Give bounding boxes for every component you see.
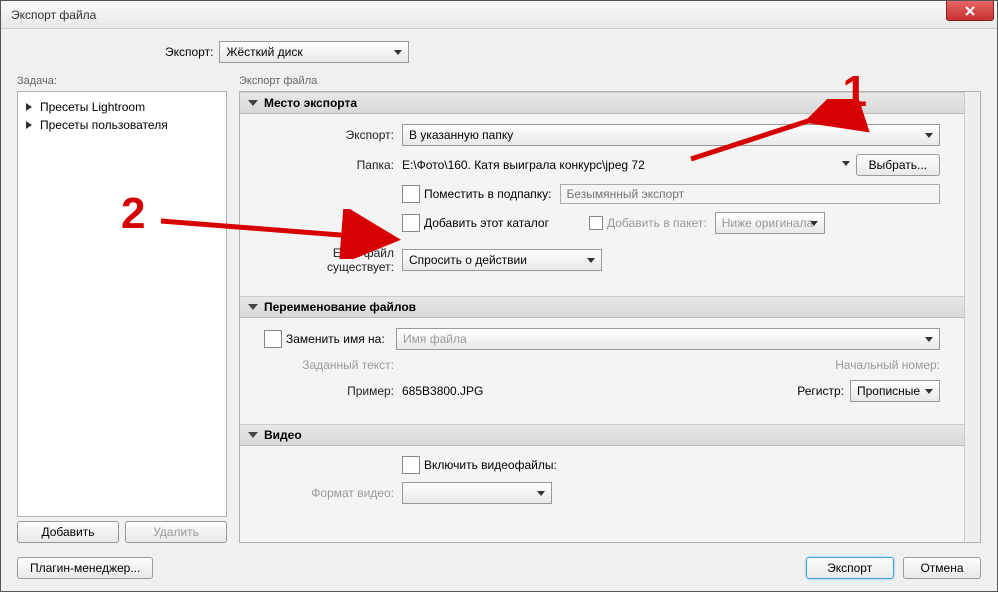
chevron-down-icon [537, 491, 545, 500]
chevron-down-icon [394, 50, 402, 59]
panel-header-location[interactable]: Место экспорта [240, 92, 964, 114]
chevron-down-icon [587, 258, 595, 267]
close-button[interactable] [946, 1, 994, 21]
preset-user[interactable]: Пресеты пользователя [22, 116, 222, 134]
chevron-down-icon [925, 389, 933, 398]
add-catalog-checkbox[interactable] [402, 214, 420, 232]
add-packet-label: Добавить в пакет: [607, 216, 707, 230]
folder-path: E:\Фото\160. Катя выиграла конкурс\jpeg … [402, 158, 836, 172]
rename-label: Заменить имя на: [286, 332, 396, 346]
choose-folder-button[interactable]: Выбрать... [856, 154, 940, 176]
export-to-value: В указанную папку [409, 128, 513, 142]
subfolder-label: Поместить в подпапку: [424, 187, 552, 201]
video-format-label: Формат видео: [264, 486, 394, 500]
preset-label: Пресеты пользователя [40, 118, 168, 132]
include-video-label: Включить видеофайлы: [424, 458, 557, 472]
chevron-down-icon [810, 221, 818, 230]
triangle-down-icon [248, 304, 258, 315]
video-format-combo[interactable] [402, 482, 552, 504]
export-label: Экспорт: [165, 45, 213, 59]
plugin-manager-button[interactable]: Плагин-менеджер... [17, 557, 153, 579]
remove-preset-button: Удалить [125, 521, 227, 543]
preset-lightroom[interactable]: Пресеты Lightroom [22, 98, 222, 116]
custom-text-label: Заданный текст: [264, 358, 394, 372]
add-preset-button[interactable]: Добавить [17, 521, 119, 543]
add-catalog-label: Добавить этот каталог [424, 216, 549, 230]
export-to-combo[interactable]: В указанную папку [402, 124, 940, 146]
start-num-label: Начальный номер: [835, 358, 940, 372]
preset-label: Пресеты Lightroom [40, 100, 145, 114]
panels-scroll[interactable]: Место экспорта Экспорт: В указанную папк… [239, 91, 981, 543]
scrollbar[interactable] [964, 92, 980, 542]
example-label: Пример: [264, 384, 394, 398]
case-label: Регистр: [797, 384, 844, 398]
triangle-right-icon [26, 121, 36, 129]
example-value: 685B3800.JPG [402, 384, 483, 398]
export-button[interactable]: Экспорт [806, 557, 894, 579]
panel-header-video[interactable]: Видео [240, 424, 964, 446]
window-title: Экспорт файла [11, 8, 96, 22]
subfolder-input[interactable] [560, 184, 940, 204]
rename-combo[interactable]: Имя файла [396, 328, 940, 350]
folder-label: Папка: [264, 158, 394, 172]
cancel-button[interactable]: Отмена [903, 557, 981, 579]
add-packet-checkbox[interactable] [589, 216, 603, 230]
export-target-value: Жёсткий диск [226, 45, 302, 59]
exists-label: Если файл существует: [264, 246, 394, 274]
export-section-label: Экспорт файла [239, 75, 981, 87]
chevron-down-icon [925, 337, 933, 346]
preset-list[interactable]: Пресеты Lightroom Пресеты пользователя [17, 91, 227, 517]
chevron-down-icon [925, 133, 933, 142]
close-icon [964, 6, 976, 16]
panel-title: Видео [264, 428, 302, 442]
packet-combo[interactable]: Ниже оригинала [715, 212, 825, 234]
titlebar: Экспорт файла [1, 1, 997, 29]
exists-combo[interactable]: Спросить о действии [402, 249, 602, 271]
chevron-down-icon[interactable] [842, 161, 850, 170]
triangle-down-icon [248, 100, 258, 111]
packet-value: Ниже оригинала [722, 216, 814, 230]
export-to-label: Экспорт: [264, 128, 394, 142]
exists-value: Спросить о действии [409, 253, 527, 267]
panel-header-rename[interactable]: Переименование файлов [240, 296, 964, 318]
panel-title: Место экспорта [264, 96, 357, 110]
case-combo[interactable]: Прописные [850, 380, 940, 402]
case-value: Прописные [857, 384, 920, 398]
export-target-combo[interactable]: Жёсткий диск [219, 41, 409, 63]
rename-value: Имя файла [403, 332, 467, 346]
panel-title: Переименование файлов [264, 300, 416, 314]
rename-checkbox[interactable] [264, 330, 282, 348]
include-video-checkbox[interactable] [402, 456, 420, 474]
task-section-label: Задача: [17, 75, 227, 87]
subfolder-checkbox[interactable] [402, 185, 420, 203]
triangle-down-icon [248, 432, 258, 443]
triangle-right-icon [26, 103, 36, 111]
